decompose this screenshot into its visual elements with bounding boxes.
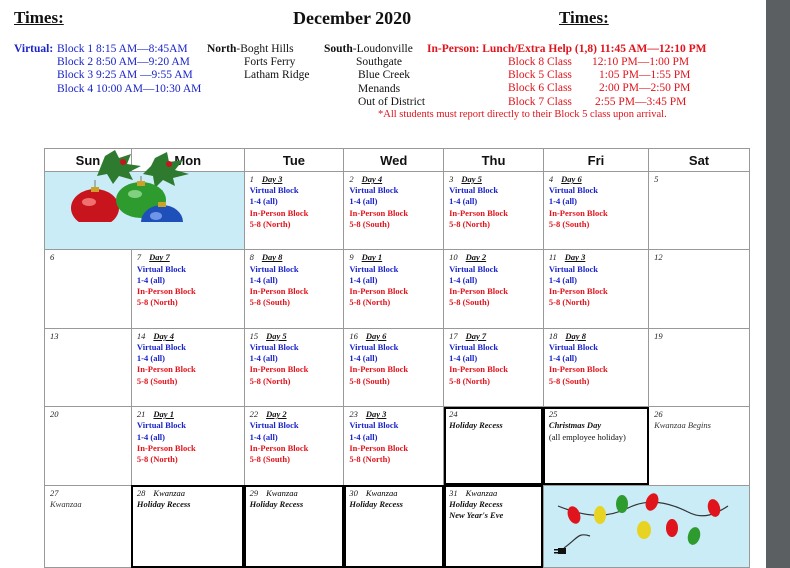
day-cell: 2 Day 4 Virtual Block 1-4 (all) In-Person Bl…: [343, 170, 445, 251]
day-cell: 31 Kwanzaa Holiday Recess New Year's Eve: [443, 484, 544, 568]
in-person-heading: In-Person: Lunch/Extra Help (1,8) 11:45 …: [427, 43, 707, 55]
north-school: -Boght Hills: [236, 43, 294, 55]
day-cell: 30 Kwanzaa Holiday Recess: [343, 484, 445, 568]
day-cell: 6: [44, 249, 132, 329]
virtual-label: Virtual:: [14, 43, 54, 55]
day-cell: 19: [648, 327, 750, 408]
virtual-schedule: Block 1 8:15 AM—8:45AM Block 2 8:50 AM—9…: [57, 43, 201, 96]
in-person-block: Block 6 Class: [508, 82, 572, 95]
day-cell: 27 Kwanzaa: [44, 484, 132, 568]
virtual-block-4: Block 4 10:00 AM—10:30 AM: [57, 82, 202, 95]
day-cell: 14 Day 4 Virtual Block 1-4 (all) In-Person B…: [130, 327, 245, 408]
day-cell: 4 Day 6 Virtual Block 1-4 (all) In-Person Bl…: [542, 170, 650, 251]
day-cell: 21 Day 1 Virtual Block 1-4 (all) In-Person B…: [130, 406, 245, 486]
day-cell: 24 Holiday Recess: [443, 406, 544, 486]
week-row: 6 7 Day 7 Virtual Block 1-4 (all) In-Person …: [44, 249, 750, 329]
day-cell: 20: [44, 406, 132, 486]
lights-cell: [542, 484, 751, 568]
in-person-time: 1:05 PM—1:55 PM: [599, 69, 691, 82]
day-cell: 13: [44, 327, 132, 408]
north-school: Latham Ridge: [244, 69, 310, 82]
south-school: -Loudonville: [352, 43, 413, 55]
in-person-block: Block 8 Class: [508, 56, 572, 68]
week-row: 20 21 Day 1 Virtual Block 1-4 (all) In-Perso…: [44, 406, 750, 486]
south-school: Menands: [358, 82, 401, 95]
weekday-sat: Sat: [648, 148, 750, 172]
north-label: North: [207, 43, 237, 55]
weekday-tue: Tue: [243, 148, 345, 172]
week-row: 13 14 Day 4 Virtual Block 1-4 (all) In-Perso…: [44, 327, 750, 408]
day-cell: 8 Day 8 Virtual Block 1-4 (all) In-Person Bl…: [243, 249, 345, 329]
virtual-block-1: Block 1 8:15 AM—8:45AM: [57, 43, 188, 55]
in-person-time: 2:55 PM—3:45 PM: [595, 95, 687, 108]
weekday-wed: Wed: [343, 148, 445, 172]
day-cell: 1 Day 3 Virtual Block 1-4 (all) In-Person Bl…: [243, 170, 345, 251]
times-left-heading: Times:: [14, 8, 64, 27]
day-cell: 29 Kwanzaa Holiday Recess: [243, 484, 345, 568]
in-person-block: Block 5 Class: [508, 69, 572, 82]
day-cell: 12: [648, 249, 750, 329]
in-person-times: 12:10 PM—1:00 PM 1:05 PM—1:55 PM 2:00 PM…: [592, 56, 690, 109]
day-cell: 22 Day 2 Virtual Block 1-4 (all) In-Person B…: [243, 406, 345, 486]
weekday-fri: Fri: [542, 148, 650, 172]
calendar-grid: Sun Mon Tue Wed Thu Fri Sat 1 Day 3 Virt…: [44, 148, 751, 568]
day-cell: 18 Day 8 Virtual Block 1-4 (all) In-Person B…: [542, 327, 650, 408]
day-cell: 25 Christmas Day (all employee holiday): [542, 406, 650, 486]
virtual-block-2: Block 2 8:50 AM—9:20 AM: [57, 56, 190, 69]
day-cell: 5: [648, 170, 750, 251]
week-row: 1 Day 3 Virtual Block 1-4 (all) In-Person Bl…: [44, 150, 750, 251]
day-cell: 17 Day 7 Virtual Block 1-4 (all) In-Person B…: [443, 327, 544, 408]
day-cell: 26 Kwanzaa Begins: [648, 406, 750, 486]
day-cell: 11 Day 3 Virtual Block 1-4 (all) In-Person B…: [542, 249, 650, 329]
christmas-ornaments-icon: [71, 150, 189, 222]
in-person-time: 12:10 PM—1:00 PM: [592, 56, 690, 68]
day-cell: 28 Kwanzaa Holiday Recess: [130, 484, 245, 568]
ornament-cell: [44, 150, 245, 251]
week-row: 27 Kwanzaa 28 Kwanzaa Holiday Recess 29 Kwan…: [44, 484, 751, 568]
south-label: South: [324, 43, 353, 55]
day-cell: 10 Day 2 Virtual Block 1-4 (all) In-Person B…: [443, 249, 544, 329]
day-cell: 23 Day 3 Virtual Block 1-4 (all) In-Person B…: [343, 406, 445, 486]
in-person-blocks: Block 8 Class Block 5 Class Block 6 Clas…: [508, 56, 572, 109]
christmas-lights-icon: [553, 492, 729, 554]
weekday-thu: Thu: [443, 148, 544, 172]
times-right-heading: Times:: [559, 8, 609, 27]
page-title: December 2020: [293, 8, 412, 28]
arrival-note: *All students must report directly to th…: [378, 109, 667, 120]
south-school: Out of District: [358, 95, 426, 108]
virtual-block-3: Block 3 9:25 AM —9:55 AM: [57, 69, 193, 82]
day-cell: 7 Day 7 Virtual Block 1-4 (all) In-Person Bl…: [130, 249, 245, 329]
day-cell: 3 Day 5 Virtual Block 1-4 (all) In-Person Bl…: [443, 170, 544, 251]
calendar-page: Times: December 2020 Times: Virtual: Blo…: [0, 0, 766, 568]
day-cell: 9 Day 1 Virtual Block 1-4 (all) In-Person Bl…: [343, 249, 445, 329]
day-cell: 16 Day 6 Virtual Block 1-4 (all) In-Person B…: [343, 327, 445, 408]
south-school: Blue Creek: [358, 69, 411, 82]
north-school: Forts Ferry: [244, 56, 296, 69]
north-schools: North-Boght Hills Forts Ferry Latham Rid…: [207, 43, 309, 83]
south-school: Southgate: [356, 56, 402, 69]
south-schools: South-Loudonville Southgate Blue Creek M…: [324, 43, 425, 109]
in-person-block: Block 7 Class: [508, 95, 572, 108]
in-person-time: 2:00 PM—2:50 PM: [599, 82, 691, 95]
day-cell: 15 Day 5 Virtual Block 1-4 (all) In-Person B…: [243, 327, 345, 408]
